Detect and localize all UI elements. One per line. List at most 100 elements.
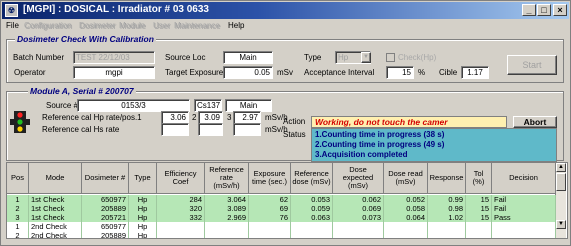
chevron-down-icon[interactable]: ▼ [361, 52, 371, 63]
cell-efficiency [157, 231, 205, 238]
cell-type: Hp [129, 231, 157, 238]
main-window: ☢ [MGPI] : DOSICAL : Irradiator # 03 063… [0, 0, 571, 246]
menu-user[interactable]: User [153, 21, 170, 30]
menu-configuration[interactable]: Configuration [24, 21, 72, 30]
source-loc-label: Source Loc [165, 53, 206, 62]
cell-efficiency: 332 [157, 213, 205, 222]
cell-type: Hp [129, 204, 157, 213]
cell-dosimeter: 205889 [82, 231, 129, 238]
status-label: Status [283, 130, 306, 139]
check-hp-label: Check(Hp) [398, 53, 437, 62]
vertical-scrollbar[interactable]: ▲ ▼ [555, 163, 566, 238]
cell-decision [492, 222, 556, 231]
menu-maintenance[interactable]: Maintenance [174, 21, 220, 30]
column-header-efficiency[interactable]: Efficiency Coef [157, 163, 205, 194]
cell-dose-expected: 0.069 [333, 204, 384, 213]
cell-reference-rate: 3.089 [205, 204, 249, 213]
column-header-exposure-time[interactable]: Exposure time (sec.) [249, 163, 291, 194]
ref-hp-pos2-label: 2 [192, 113, 197, 122]
cell-pos: 2 [7, 231, 29, 238]
ref-hp-rate-label: Reference cal Hp rate/pos.1 [42, 113, 142, 122]
column-header-type[interactable]: Type [129, 163, 157, 194]
status-box: 1.Counting time in progress (38 s) 2.Cou… [311, 128, 557, 162]
cell-decision: Fail [492, 204, 556, 213]
source-loc-field[interactable]: Main [223, 51, 273, 64]
cell-efficiency: 284 [157, 195, 205, 204]
scroll-thumb[interactable] [556, 173, 566, 191]
table-row[interactable]: 3 1st Check 205721 Hp 332 2.969 76 0.063 0.073 0.… [7, 213, 556, 222]
traffic-light-icon [10, 111, 30, 133]
column-header-reference-dose[interactable]: Reference dose (mSv) [291, 163, 333, 194]
cell-tol: 15 [466, 213, 492, 222]
acceptance-interval-field[interactable]: 15 [386, 66, 414, 79]
target-exposure-unit: mSv [277, 68, 293, 77]
status-line-2: 2.Counting time in progress (49 s) [315, 140, 445, 149]
cell-tol: 15 [466, 204, 492, 213]
table-row[interactable]: 2 2nd Check 205889 Hp [7, 231, 556, 238]
cell-reference-rate: 2.969 [205, 213, 249, 222]
column-header-tol[interactable]: Tol (%) [466, 163, 492, 194]
cell-tol [466, 222, 492, 231]
menu-bar: File Configuration Dosimeter Module User… [2, 20, 569, 32]
type-label: Type [304, 53, 322, 62]
calibration-group-title: Dosimeter Check With Calibration [15, 34, 156, 44]
ref-hs-rate-pos3-field[interactable] [233, 123, 261, 136]
cell-dose-read: 0.058 [384, 204, 428, 213]
cell-dose-read: 0.052 [384, 195, 428, 204]
cell-dosimeter: 205889 [82, 204, 129, 213]
cell-type: Hp [129, 213, 157, 222]
maximize-button[interactable]: □ [537, 4, 551, 16]
cell-mode: 1st Check [29, 195, 82, 204]
cell-response: 0.98 [428, 204, 466, 213]
table-row[interactable]: 1 2nd Check 650977 Hp [7, 222, 556, 231]
cell-tol [466, 231, 492, 238]
table-row[interactable]: 2 1st Check 205889 Hp 320 3.089 69 0.059 0.069 0.… [7, 204, 556, 213]
cell-response [428, 222, 466, 231]
ref-hs-rate-pos1-field[interactable] [161, 123, 189, 136]
cell-response [428, 231, 466, 238]
source-number-label: Source # [46, 101, 79, 110]
start-button[interactable]: Start [507, 55, 557, 75]
column-header-mode[interactable]: Mode [29, 163, 82, 194]
cell-reference-dose [291, 222, 333, 231]
cible-field[interactable]: 1.17 [461, 66, 489, 79]
cell-pos: 2 [7, 204, 29, 213]
abort-button[interactable]: Abort [513, 116, 557, 128]
ref-hs-rate-label: Reference cal Hs rate [42, 125, 120, 134]
title-bar[interactable]: ☢ [MGPI] : DOSICAL : Irradiator # 03 063… [2, 2, 569, 19]
ref-hp-pos3-label: 3 [227, 113, 232, 122]
cell-mode: 2nd Check [29, 222, 82, 231]
column-header-decision[interactable]: Decision [492, 163, 556, 194]
acceptance-interval-unit: % [418, 68, 426, 77]
cell-dosimeter: 650977 [82, 195, 129, 204]
target-exposure-field[interactable]: 0.05 [223, 66, 273, 79]
cell-reference-rate [205, 222, 249, 231]
menu-dosimeter[interactable]: Dosimeter [79, 21, 115, 30]
menu-file[interactable]: File [6, 21, 19, 30]
cell-tol: 15 [466, 195, 492, 204]
cell-dose-read [384, 222, 428, 231]
column-header-dose-read[interactable]: Dose read (mSv) [384, 163, 428, 194]
menu-module[interactable]: Module [119, 21, 145, 30]
cell-decision: Pass [492, 213, 556, 222]
results-table[interactable]: ▲ ▼ ◀ ▶ PosModeDosimeter #TypeEfficiency… [6, 162, 568, 239]
minimize-button[interactable]: _ [522, 4, 536, 16]
column-header-reference-rate[interactable]: Reference rate (mSv/h) [205, 163, 249, 194]
close-button[interactable]: × [553, 4, 567, 16]
operator-field[interactable]: mgpi [73, 66, 155, 79]
column-header-response[interactable]: Response [428, 163, 466, 194]
check-hp-checkbox[interactable] [386, 53, 395, 62]
column-header-dose-expected[interactable]: Dose expected (mSv) [333, 163, 384, 194]
cell-pos: 1 [7, 222, 29, 231]
batch-number-field[interactable]: TEST 22/12/03 [73, 51, 155, 64]
column-header-pos[interactable]: Pos [7, 163, 29, 194]
scroll-down-icon[interactable]: ▼ [556, 220, 566, 229]
app-icon: ☢ [5, 4, 18, 17]
status-line-3: 3.Acquisition completed [315, 150, 408, 159]
scroll-up-icon[interactable]: ▲ [556, 163, 566, 172]
column-header-dosimeter[interactable]: Dosimeter # [82, 163, 129, 194]
cell-decision [492, 231, 556, 238]
ref-hs-rate-pos2-field[interactable] [198, 123, 223, 136]
menu-help[interactable]: Help [228, 21, 244, 30]
table-row[interactable]: 1 1st Check 650977 Hp 284 3.064 62 0.053 0.062 0.… [7, 195, 556, 204]
